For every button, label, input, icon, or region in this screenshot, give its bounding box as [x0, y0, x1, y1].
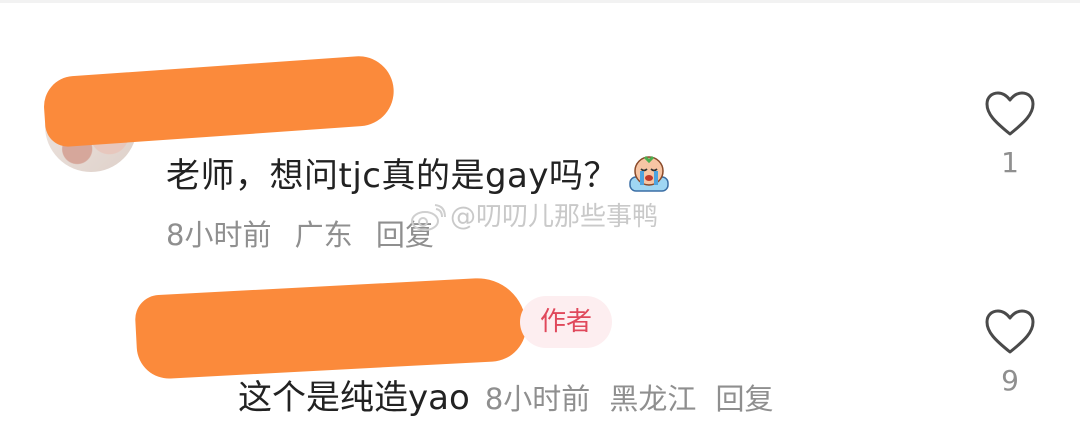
comment-time: 8小时前	[484, 382, 591, 416]
heart-outline-icon	[985, 309, 1035, 354]
comment-meta: 8小时前 广东 回复	[166, 212, 448, 254]
weibo-watermark-icon	[410, 203, 446, 238]
comment-item: 老师，想问tjc真的是gay吗？ 8小时前 广东 回复 @叨叨儿那些事鸭 1	[0, 53, 1080, 260]
comment-location: 广东	[294, 218, 353, 252]
top-divider	[0, 0, 1080, 3]
crying-emoji-icon	[626, 153, 672, 202]
like-button[interactable]: 1	[982, 90, 1038, 179]
reply-button[interactable]: 回复	[716, 382, 774, 416]
comment-location: 黑龙江	[609, 382, 697, 416]
comment-time: 8小时前	[166, 218, 272, 252]
comment-text-content: 这个是纯造yao	[238, 378, 470, 418]
username-redaction	[134, 275, 528, 381]
heart-outline-icon	[985, 91, 1035, 136]
watermark: @叨叨儿那些事鸭	[410, 196, 658, 238]
comment-text[interactable]: 这个是纯造yao 8小时前 黑龙江 回复	[238, 370, 788, 419]
like-button[interactable]: 9	[982, 308, 1038, 397]
watermark-text: @叨叨儿那些事鸭	[450, 202, 659, 232]
comment-text-content: 老师，想问tjc真的是gay吗？	[166, 156, 619, 196]
username-redaction	[41, 53, 397, 149]
comment-item: 作者 这个是纯造yao 8小时前 黑龙江 回复 9	[0, 275, 1080, 424]
like-count: 1	[1001, 146, 1019, 179]
author-badge: 作者	[520, 296, 612, 348]
comment-text[interactable]: 老师，想问tjc真的是gay吗？	[166, 148, 672, 202]
like-count: 9	[1001, 364, 1019, 397]
